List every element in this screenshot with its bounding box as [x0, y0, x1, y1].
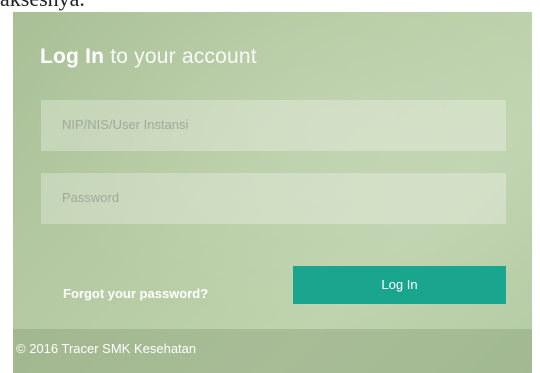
login-footer: © 2016 Tracer SMK Kesehatan — [13, 329, 532, 373]
password-placeholder: Password — [62, 190, 120, 205]
forgot-password-link[interactable]: Forgot your password? — [63, 286, 208, 301]
login-title-bold: Log In — [40, 45, 105, 68]
username-field[interactable]: NIP/NIS/User Instansi — [41, 100, 506, 151]
login-form: Log In to your account NIP/NIS/User Inst… — [13, 12, 532, 329]
background-paragraph-text: aksesnya. — [0, 0, 85, 12]
copyright-text: © 2016 Tracer SMK Kesehatan — [16, 341, 197, 356]
login-panel: Log In to your account NIP/NIS/User Inst… — [13, 12, 532, 373]
login-title: Log In to your account — [40, 45, 257, 69]
password-field[interactable]: Password — [41, 173, 506, 224]
username-placeholder: NIP/NIS/User Instansi — [62, 117, 189, 132]
login-title-rest: to your account — [104, 45, 257, 68]
login-button[interactable]: Log In — [293, 266, 506, 304]
page: aksesnya. Log In to your account NIP/NIS… — [0, 0, 540, 373]
